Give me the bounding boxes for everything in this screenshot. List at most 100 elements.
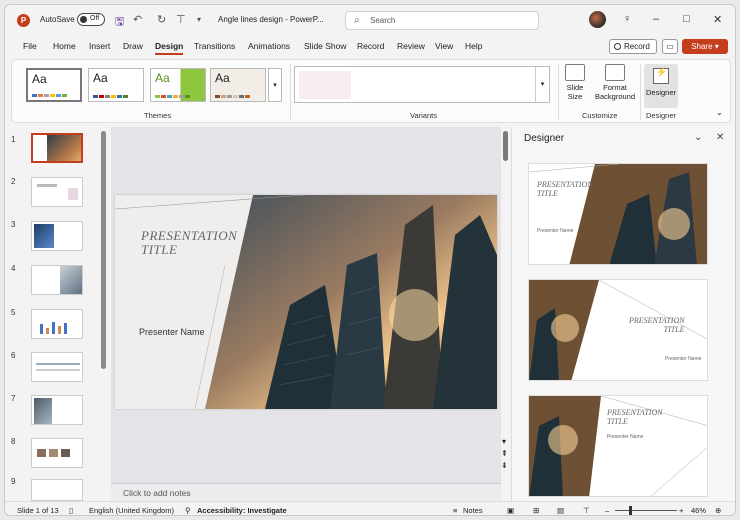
slide-thumbnail-6[interactable] bbox=[31, 352, 83, 382]
slide-thumbnail-4[interactable] bbox=[31, 265, 83, 295]
variant-swatch[interactable] bbox=[299, 71, 351, 99]
tab-home[interactable]: Home bbox=[53, 41, 76, 51]
format-background-label: Format Background bbox=[594, 83, 636, 101]
theme-colors bbox=[155, 95, 190, 98]
slide-sorter-icon[interactable]: ⊞ bbox=[533, 506, 539, 515]
tab-insert[interactable]: Insert bbox=[89, 41, 110, 51]
design-idea-2[interactable]: PRESENTATION TITLE Presenter Name bbox=[528, 279, 708, 381]
thumb-number: 1 bbox=[11, 135, 16, 144]
slide-thumbnail-8[interactable] bbox=[31, 438, 83, 468]
current-slide[interactable]: PRESENTATION TITLE Presenter Name bbox=[115, 195, 497, 409]
ribbon-separator bbox=[290, 64, 291, 120]
variants-group-label: Variants bbox=[410, 111, 437, 120]
slide-thumbnail-1[interactable] bbox=[31, 133, 83, 163]
theme-4[interactable]: Aa bbox=[210, 68, 266, 102]
format-background-button[interactable]: Format Background bbox=[592, 64, 638, 101]
powerpoint-logo-icon: P bbox=[17, 14, 30, 27]
slide-thumbnail-3[interactable] bbox=[31, 221, 83, 251]
language-indicator[interactable]: English (United Kingdom) bbox=[89, 506, 174, 515]
collapse-ribbon-icon[interactable]: ⌄ bbox=[716, 108, 723, 117]
notes-icon: ≡ bbox=[453, 506, 458, 515]
tab-slide-show[interactable]: Slide Show bbox=[304, 41, 347, 51]
autosave-label: AutoSave bbox=[40, 15, 75, 24]
lightbulb-icon[interactable]: ♀ bbox=[623, 13, 631, 25]
notes-toggle[interactable]: Notes bbox=[463, 506, 483, 515]
tab-help[interactable]: Help bbox=[465, 41, 482, 51]
designer-ribbon-button[interactable]: Designer bbox=[644, 64, 678, 108]
tab-view[interactable]: View bbox=[435, 41, 453, 51]
designer-pane: Designer ⌄ ✕ PRESENTATION TITLE Presenter… bbox=[511, 127, 735, 501]
tab-review[interactable]: Review bbox=[397, 41, 425, 51]
card-presenter: Presenter Name bbox=[607, 434, 644, 440]
avatar[interactable] bbox=[589, 11, 606, 28]
zoom-level[interactable]: 46% bbox=[691, 506, 706, 515]
pane-options-icon[interactable]: ⌄ bbox=[694, 132, 702, 143]
zoom-slider[interactable] bbox=[615, 510, 677, 511]
design-idea-3[interactable]: PRESENTATION TITLE Presenter Name bbox=[528, 395, 708, 497]
slide-thumbnail-5[interactable] bbox=[31, 309, 83, 339]
maximize-button[interactable]: □ bbox=[683, 13, 690, 25]
themes-more-button[interactable]: ▾ bbox=[268, 68, 282, 102]
tab-transitions[interactable]: Transitions bbox=[194, 41, 235, 51]
scroll-down-icon[interactable]: ▾ bbox=[502, 437, 506, 446]
undo-icon[interactable]: ↶ bbox=[133, 13, 142, 26]
spelling-icon[interactable]: ▯ bbox=[69, 506, 73, 515]
slideshow-icon[interactable]: ⊤ bbox=[583, 506, 590, 515]
slide-presenter-name[interactable]: Presenter Name bbox=[139, 327, 205, 337]
search-box[interactable]: ⌕ Search bbox=[345, 11, 539, 30]
customize-qat-icon[interactable]: ▾ bbox=[197, 15, 201, 24]
variants-gallery[interactable]: ▾ bbox=[294, 66, 550, 103]
prev-slide-icon[interactable]: ⇞ bbox=[501, 449, 508, 458]
tab-animations[interactable]: Animations bbox=[248, 41, 290, 51]
variants-more-button[interactable]: ▾ bbox=[535, 67, 549, 102]
comments-button[interactable]: ▭ bbox=[662, 39, 678, 54]
zoom-slider-thumb[interactable] bbox=[629, 506, 632, 515]
close-pane-icon[interactable]: ✕ bbox=[716, 132, 724, 143]
theme-colors bbox=[93, 95, 128, 98]
close-button[interactable]: ✕ bbox=[713, 13, 722, 26]
accessibility-status[interactable]: Accessibility: Investigate bbox=[197, 506, 287, 515]
minimize-button[interactable]: – bbox=[653, 13, 659, 25]
reading-view-icon[interactable]: ▤ bbox=[557, 506, 564, 515]
zoom-in-icon[interactable]: + bbox=[679, 506, 683, 515]
theme-colors bbox=[215, 95, 250, 98]
notes-placeholder: Click to add notes bbox=[123, 488, 191, 498]
slide-title-line2: TITLE bbox=[141, 242, 178, 257]
card-title: PRESENTATION TITLE bbox=[607, 408, 663, 426]
save-icon[interactable]: 🖫 bbox=[115, 13, 124, 32]
design-idea-1[interactable]: PRESENTATION TITLE Presenter Name bbox=[528, 163, 708, 265]
status-bar: Slide 1 of 13 ▯ English (United Kingdom)… bbox=[5, 501, 735, 515]
share-label: Share bbox=[691, 42, 713, 51]
autosave-state: Off bbox=[90, 15, 100, 22]
tab-file[interactable]: File bbox=[23, 41, 37, 51]
theme-3[interactable]: Aa bbox=[150, 68, 206, 102]
record-button[interactable]: Record bbox=[609, 39, 657, 54]
redo-icon[interactable]: ↻ bbox=[157, 13, 166, 26]
theme-2[interactable]: Aa bbox=[88, 68, 144, 102]
notes-pane[interactable]: Click to add notes bbox=[111, 483, 501, 501]
normal-view-icon[interactable]: ▣ bbox=[507, 506, 514, 515]
tab-design[interactable]: Design bbox=[155, 41, 184, 55]
fit-slide-icon[interactable]: ⊕ bbox=[715, 506, 721, 515]
slide-title[interactable]: PRESENTATION TITLE bbox=[141, 229, 237, 257]
slide-thumbnail-7[interactable] bbox=[31, 395, 83, 425]
card-title: PRESENTATION TITLE bbox=[537, 180, 593, 198]
tab-draw[interactable]: Draw bbox=[123, 41, 143, 51]
theme-office[interactable]: Aa bbox=[26, 68, 82, 102]
next-slide-icon[interactable]: ⇟ bbox=[501, 461, 508, 470]
slide-thumbnail-9[interactable] bbox=[31, 479, 83, 501]
search-placeholder: Search bbox=[370, 16, 396, 25]
designer-button-label: Designer bbox=[645, 88, 676, 97]
autosave-toggle[interactable]: Off bbox=[77, 13, 105, 26]
format-background-icon bbox=[605, 64, 625, 81]
accessibility-icon: ⚲ bbox=[185, 506, 191, 515]
editor-scrollbar[interactable] bbox=[503, 131, 508, 161]
zoom-out-icon[interactable]: – bbox=[605, 506, 609, 515]
thumbnails-scrollbar[interactable] bbox=[101, 131, 106, 369]
slide-size-button[interactable]: Slide Size bbox=[562, 64, 588, 101]
tab-record[interactable]: Record bbox=[357, 41, 384, 51]
share-button[interactable]: Share ▾ bbox=[682, 39, 728, 54]
designer-group-label: Designer bbox=[646, 111, 677, 120]
slide-thumbnail-2[interactable] bbox=[31, 177, 83, 207]
present-icon[interactable]: ⊤ bbox=[176, 13, 186, 26]
